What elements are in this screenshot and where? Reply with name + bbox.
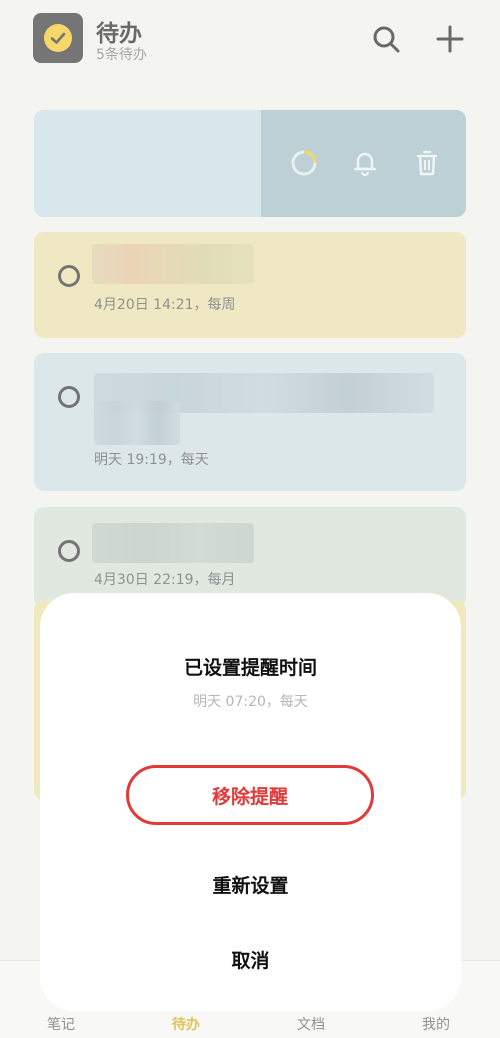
remove-reminder-button[interactable]: 移除提醒 (126, 765, 374, 825)
sheet-title: 已设置提醒时间 (183, 657, 317, 679)
cancel-button[interactable]: 取消 (40, 946, 461, 973)
reset-reminder-button[interactable]: 重新设置 (40, 871, 461, 898)
reminder-sheet: 已设置提醒时间 明天 07:20，每天 移除提醒 重新设置 取消 (40, 593, 461, 1011)
reminder-time: 明天 07:20，每天 (193, 694, 308, 710)
